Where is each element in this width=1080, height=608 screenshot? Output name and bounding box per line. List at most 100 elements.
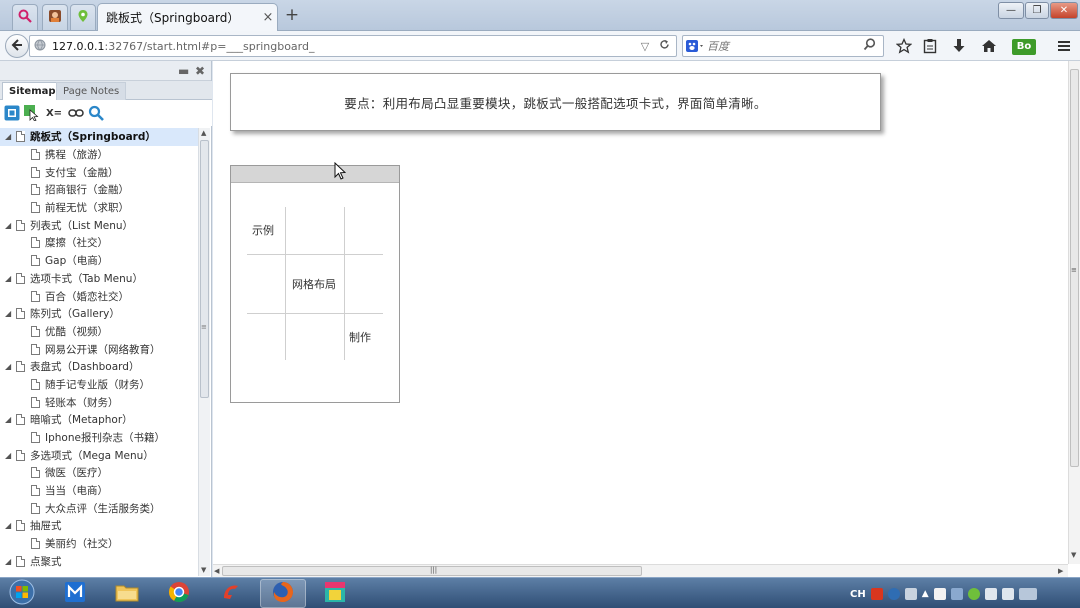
pinned-tab-app[interactable] (42, 4, 68, 30)
pinned-tab-search[interactable] (12, 4, 38, 30)
sitemap-item[interactable]: 支付宝（金融） (0, 163, 198, 181)
tab-page-notes[interactable]: Page Notes (56, 82, 127, 100)
canvas-vertical-scrollbar[interactable]: ≡ ▼ (1068, 61, 1080, 564)
maximize-button[interactable]: ❐ (1025, 2, 1049, 19)
expand-triangle-icon[interactable]: ◢ (5, 362, 13, 371)
sitemap-item[interactable]: 大众点评（生活服务类） (0, 499, 198, 517)
sitemap-item[interactable]: ◢ 跳板式（Springboard） (0, 128, 198, 146)
pinned-tab-map[interactable] (70, 4, 96, 30)
hscroll-right-icon[interactable]: ▶ (1058, 567, 1063, 575)
page-icon (31, 467, 40, 479)
search-bar[interactable] (682, 35, 884, 57)
expand-triangle-icon[interactable]: ◢ (5, 557, 13, 566)
expand-triangle-icon[interactable]: ◢ (5, 451, 13, 460)
display-icon[interactable] (950, 588, 963, 600)
tab-sitemap[interactable]: Sitemap (2, 82, 63, 100)
sitemap-item[interactable]: 优酷（视频） (0, 323, 198, 341)
mic-icon[interactable] (904, 588, 917, 600)
sitemap-item[interactable]: 前程无忧（求职） (0, 199, 198, 217)
sitemap-item[interactable]: ◢ 暗喻式（Metaphor） (0, 411, 198, 429)
url-bar[interactable]: 127.0.0.1:32767/start.html#p=___springbo… (29, 35, 677, 57)
show-desktop-icon[interactable] (1018, 588, 1037, 600)
sitemap-item[interactable]: 随手记专业版（财务） (0, 376, 198, 394)
sitemap-item[interactable]: ◢ 表盘式（Dashboard） (0, 358, 198, 376)
network-icon[interactable] (984, 588, 997, 600)
sitemap-toggle-icon[interactable] (4, 105, 20, 121)
security-icon[interactable] (967, 588, 980, 600)
scroll-down-icon[interactable]: ▼ (201, 566, 206, 574)
sitemap-panel: ▬ ✖ Sitemap Page Notes X= ◢ 跳板式（Springboa… (0, 61, 212, 577)
back-button[interactable] (5, 34, 29, 58)
tab-springboard[interactable]: 跳板式（Springboard） × (97, 3, 278, 31)
sitemap-scroll-thumb[interactable] (200, 140, 209, 398)
start-button[interactable] (4, 579, 40, 608)
tray-language[interactable]: CH (850, 589, 866, 600)
sitemap-item[interactable]: ◢ 抽屉式 (0, 517, 198, 535)
sitemap-item[interactable]: 美丽约（社交） (0, 535, 198, 553)
search-go-icon[interactable] (863, 38, 879, 54)
panel-minimize-icon[interactable]: ▬ (178, 64, 189, 78)
sitemap-item[interactable]: 当当（电商） (0, 482, 198, 500)
sitemap-item[interactable]: 携程（旅游） (0, 146, 198, 164)
canvas-horizontal-scrollbar[interactable]: ◀ ||| ▶ (213, 564, 1068, 577)
sitemap-item[interactable]: ◢ 多选项式（Mega Menu） (0, 446, 198, 464)
sitemap-item[interactable]: 轻账本（财务） (0, 393, 198, 411)
expand-triangle-icon[interactable]: ◢ (5, 221, 13, 230)
map-pin-icon (76, 9, 90, 26)
sitemap-item[interactable]: 网易公开课（网络教育） (0, 340, 198, 358)
menu-button[interactable] (1054, 37, 1074, 57)
sitemap-item[interactable]: ◢ 选项卡式（Tab Menu） (0, 270, 198, 288)
sitemap-item[interactable]: 糜擦（社交） (0, 234, 198, 252)
browser-tab-strip: 跳板式（Springboard） × + — ❐ ✕ (0, 0, 1080, 31)
url-path: :32767/start.html#p=___springboard_ (104, 39, 315, 53)
bookmark-star-button[interactable] (894, 37, 914, 57)
baidu-paw-icon[interactable] (685, 39, 707, 53)
search-icon[interactable] (88, 105, 104, 121)
volume-icon[interactable] (1001, 588, 1014, 600)
url-dropdown-icon[interactable]: ▽ (638, 40, 652, 53)
addon-bo-button[interactable]: Bo (1012, 39, 1036, 55)
sitemap-item[interactable]: Iphone报刊杂志（书籍） (0, 429, 198, 447)
sitemap-item[interactable]: ◢ 陈列式（Gallery） (0, 305, 198, 323)
vscroll-down-icon[interactable]: ▼ (1071, 551, 1076, 559)
expand-triangle-icon[interactable]: ◢ (5, 521, 13, 530)
link-icon[interactable] (68, 105, 84, 121)
sitemap-scrollbar[interactable]: ▲ ≡ ▼ (198, 128, 210, 576)
tab-close-button[interactable]: × (259, 10, 277, 25)
taskbar-app-firefox[interactable] (260, 579, 306, 608)
taskbar-app-explorer[interactable] (104, 579, 150, 608)
expand-triangle-icon[interactable]: ◢ (5, 274, 13, 283)
sitemap-item[interactable]: 招商银行（金融） (0, 181, 198, 199)
hscroll-left-icon[interactable]: ◀ (214, 567, 219, 575)
sitemap-item[interactable]: 百合（婚恋社交） (0, 287, 198, 305)
search-input[interactable] (707, 39, 863, 53)
taskbar-app-meitu[interactable] (52, 579, 98, 608)
flag-icon[interactable] (933, 588, 946, 600)
sitemap-item[interactable]: 微医（医疗） (0, 464, 198, 482)
reload-icon[interactable] (657, 39, 671, 53)
sitemap-item-label: 前程无忧（求职） (45, 202, 129, 215)
expand-triangle-icon[interactable]: ◢ (5, 309, 13, 318)
taskbar-app-axure[interactable] (312, 579, 358, 608)
cursor-highlight-icon[interactable] (24, 105, 40, 121)
expand-triangle-icon[interactable]: ◢ (5, 415, 13, 424)
sitemap-item[interactable]: Gap（电商） (0, 252, 198, 270)
tab-title: 跳板式（Springboard） (106, 11, 240, 25)
downloads-button[interactable] (949, 37, 969, 57)
minimize-button[interactable]: — (998, 2, 1024, 19)
tray-expand-icon[interactable]: ▲ (922, 589, 929, 599)
taskbar-app-red[interactable] (208, 579, 254, 608)
variables-icon[interactable]: X= (44, 105, 64, 121)
sitemap-item[interactable]: ◢ 列表式（List Menu） (0, 216, 198, 234)
taskbar-app-chrome[interactable] (156, 579, 202, 608)
sitemap-item[interactable]: ◢ 点聚式 (0, 553, 198, 571)
new-tab-button[interactable]: + (283, 6, 301, 24)
home-button[interactable] (979, 37, 999, 57)
bookmarks-list-button[interactable] (920, 37, 940, 57)
window-close-button[interactable]: ✕ (1050, 2, 1078, 19)
scroll-up-icon[interactable]: ▲ (201, 129, 206, 137)
panel-close-icon[interactable]: ✖ (195, 64, 205, 78)
sogou-ime-icon[interactable] (870, 588, 883, 600)
help-icon[interactable] (887, 588, 900, 600)
expand-triangle-icon[interactable]: ◢ (5, 132, 13, 141)
